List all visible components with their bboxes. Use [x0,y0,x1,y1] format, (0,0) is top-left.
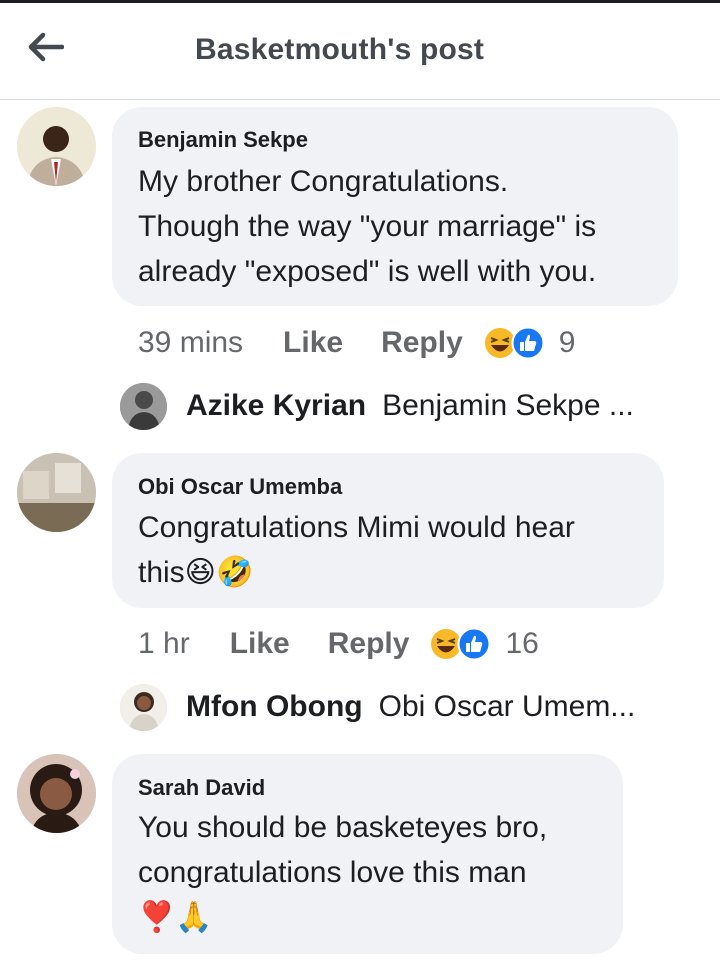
person-avatar-icon [120,382,167,430]
person-avatar-icon [17,107,96,186]
avatar[interactable] [120,382,167,430]
comment-actions: 1 hr Like Reply 16 [138,624,539,664]
reply-author[interactable]: Mfon Obong [186,690,363,724]
room-avatar-icon [17,453,96,532]
avatar[interactable] [120,683,167,731]
like-button[interactable]: Like [283,326,343,360]
reply-text: Obi Oscar Umem... [378,690,636,723]
reaction-count: 16 [505,627,539,660]
comment-bubble[interactable]: Sarah David You should be basketeyes bro… [112,754,623,954]
comment-author[interactable]: Benjamin Sekpe [138,127,308,153]
reply-preview[interactable]: Azike Kyrian Benjamin Sekpe ... [120,381,634,431]
like-reaction-icon [511,326,545,360]
back-button[interactable] [22,25,70,69]
like-reaction-icon [457,627,491,661]
comment-time[interactable]: 1 hr [138,627,190,661]
comment-text: Congratulations Mimi would hear this😆🤣 [138,511,575,589]
reply-text: Benjamin Sekpe ... [382,389,634,422]
like-button[interactable]: Like [230,627,290,661]
back-arrow-icon [28,32,64,62]
comment-text: My brother Congratulations. Though the w… [138,165,597,288]
page-title: Basketmouth's post [195,33,485,66]
reply-button[interactable]: Reply [328,627,410,661]
comment-text: You should be basketeyes bro, congratula… [138,811,548,934]
comment-author[interactable]: Obi Oscar Umemba [138,474,342,500]
avatar[interactable] [17,754,96,833]
comment-time[interactable]: 39 mins [138,326,243,360]
avatar[interactable] [17,107,96,186]
avatar[interactable] [17,453,96,532]
post-header: Basketmouth's post [0,3,720,100]
comment-author[interactable]: Sarah David [138,775,265,801]
person-avatar-icon [120,683,167,731]
reply-button[interactable]: Reply [381,326,463,360]
reply-author[interactable]: Azike Kyrian [186,389,366,423]
comment-bubble[interactable]: Obi Oscar Umemba Congratulations Mimi wo… [112,453,664,608]
person-avatar-icon [17,754,96,833]
reaction-summary[interactable]: 16 [429,627,539,661]
reaction-summary[interactable]: 9 [483,326,576,360]
comment-bubble[interactable]: Benjamin Sekpe My brother Congratulation… [112,107,678,306]
comment-actions: 39 mins Like Reply 9 [138,323,575,363]
reply-preview[interactable]: Mfon Obong Obi Oscar Umem... [120,682,635,732]
reaction-count: 9 [558,326,576,359]
